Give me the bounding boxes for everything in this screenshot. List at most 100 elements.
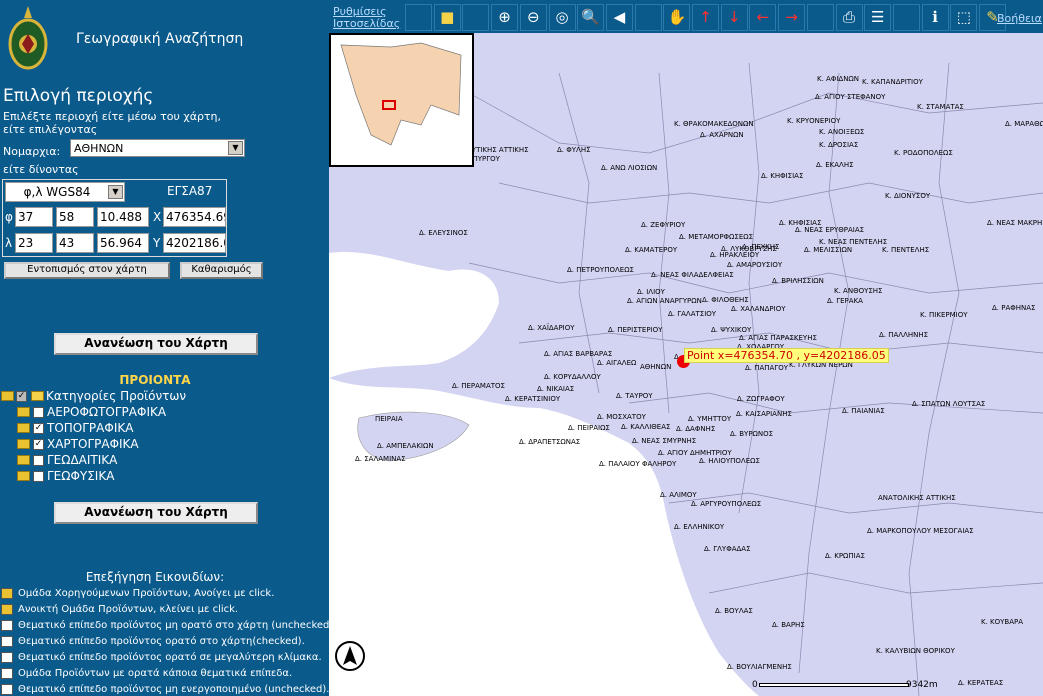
map-label: Δ. ΚΟΡΥΔΑΛΛΟΥ (544, 373, 601, 381)
legend-text: Θεματικό επίπεδο προϊόντος ορατό σε μεγα… (18, 652, 322, 663)
refresh-map-button-2[interactable]: Ανανέωση του Χάρτη (54, 502, 258, 524)
refresh-map-button[interactable]: Ανανέωση του Χάρτη (54, 333, 258, 355)
prefecture-select[interactable]: ΑΘΗΝΩΝ ▼ (70, 139, 245, 157)
pan-icon[interactable]: ✋ (663, 4, 691, 31)
map-label: ΑΝΑΤΟΛΙΚΗΣ ΑΤΤΙΚΗΣ (878, 494, 956, 502)
right-icon[interactable]: → (778, 4, 806, 31)
map-label: Κ. ΠΕΝΤΕΛΗΣ (882, 246, 930, 254)
map-label: Δ. ΠΑΛΛΗΝΗΣ (879, 331, 929, 339)
coord-system-select[interactable]: φ,λ WGS84 ▼ (5, 182, 125, 202)
open-folder-icon[interactable] (1, 391, 14, 401)
zoom-layer-icon[interactable]: 🔍 (577, 4, 605, 31)
down-icon[interactable]: ↓ (720, 4, 748, 31)
map-label: Δ. ΑΡΓΥΡΟΥΠΟΛΕΩΣ (691, 500, 762, 508)
zoom-in-icon[interactable]: ⊕ (491, 4, 519, 31)
product-item-label: ΓΕΩΦΥΣΙΚΑ (47, 469, 115, 483)
coordinates-table: φ,λ WGS84 ▼ ΕΓΣΑ87 φ 37 58 10.488 X 4763… (2, 179, 227, 257)
layer-checkbox[interactable] (33, 471, 44, 482)
map-label: Δ. ΣΠΑΤΩΝ ΛΟΥΤΣΑΣ (912, 400, 986, 408)
map-label: Δ. ΚΑΜΑΤΕΡΟΥ (625, 246, 678, 254)
map-label: Δ. ΤΑΥΡΟΥ (616, 392, 653, 400)
map-label: Δ. ΡΑΦΗΝΑΣ (992, 304, 1036, 312)
map-label: Κ. ΚΑΠΑΝΔΡΙΤΙΟΥ (862, 78, 923, 86)
map-label: Δ. ΑΓΙΟΥ ΣΤΕΦΑΝΟΥ (815, 93, 886, 101)
left-panel: Γεωγραφική Αναζήτηση Επιλογή περιοχής Επ… (0, 0, 329, 696)
layers-icon[interactable]: ■ (433, 4, 461, 31)
zoom-extent-icon[interactable]: ◎ (548, 4, 576, 31)
lambda-minutes-input[interactable]: 43 (56, 233, 94, 253)
lambda-seconds-input[interactable]: 56.964 (97, 233, 149, 253)
lambda-label: λ (5, 236, 13, 250)
folder-icon[interactable] (17, 471, 30, 481)
map-label: Δ. ΚΗΦΙΣΙΑΣ (761, 172, 804, 180)
products-root-label: Κατηγορίες Προϊόντων (46, 389, 187, 403)
map-label: Κ. ΚΟΥΒΑΡΑ (981, 618, 1024, 626)
product-item-label: ΑΕΡΟΦΩΤΟΓΡΑΦΙΚΑ (47, 405, 167, 419)
table-icon[interactable]: ☰ (864, 4, 892, 31)
toolbar-spacer (892, 4, 920, 31)
folder-icon[interactable] (17, 455, 30, 465)
lambda-degrees-input[interactable]: 23 (15, 233, 53, 253)
phi-seconds-input[interactable]: 10.488 (97, 207, 149, 227)
y-input[interactable]: 4202186.0 (163, 233, 226, 253)
map-label: Δ. ΔΑΦΝΗΣ (676, 425, 716, 433)
layer-checkbox[interactable] (33, 407, 44, 418)
y-label: Y (153, 236, 161, 250)
toolbar-spacer (634, 4, 662, 31)
back-icon[interactable]: ◀ (605, 4, 633, 31)
map-label: Δ. ΠΕΤΡΟΥΠΟΛΕΩΣ (567, 266, 634, 274)
map-label: Κ. ΑΦΙΔΝΩΝ (817, 75, 860, 83)
map-label: Κ. ΠΙΚΕΡΜΙΟΥ (920, 311, 968, 319)
map-label: Δ. ΨΥΧΙΚΟΥ (711, 326, 752, 334)
partial-checkbox[interactable]: ✓ (16, 391, 27, 402)
help-link[interactable]: Βοήθεια (997, 12, 1042, 25)
map-label: Δ. ΑΓΙΑΣ ΠΑΡΑΣΚΕΥΗΣ (739, 334, 817, 342)
map-label: Δ. ΑΧΑΡΝΩΝ (700, 131, 744, 139)
coat-of-arms-icon (8, 6, 48, 70)
layer-checkbox[interactable]: ✓ (33, 423, 44, 434)
scale-zero: 0 (752, 680, 758, 690)
settings-link[interactable]: Ρυθμίσεις Ιστοσελίδας (333, 6, 403, 30)
chevron-down-icon[interactable]: ▼ (228, 141, 243, 155)
map-label: Δ. ΑΜΠΕΛΑΚΙΩΝ (377, 442, 434, 450)
product-item-label: ΧΑΡΤΟΓΡΑΦΙΚΑ (47, 437, 139, 451)
info-icon[interactable]: ℹ (921, 4, 949, 31)
overview-map[interactable] (329, 33, 474, 167)
legend-text: Ομάδα Χορηγούμενων Προϊόντων, Ανοίγει με… (18, 588, 275, 599)
phi-minutes-input[interactable]: 58 (56, 207, 94, 227)
folder-icon[interactable] (17, 439, 30, 449)
select-icon[interactable]: ⬚ (950, 4, 978, 31)
print-icon[interactable]: ⎙ (835, 4, 863, 31)
map-label: Δ. ΝΕΑΣ ΦΙΛΑΔΕΛΦΕΙΑΣ (651, 271, 734, 279)
overview-geometry (331, 35, 472, 165)
map-label: Δ. ΜΕΤΑΜΟΡΦΩΣΕΩΣ (679, 233, 754, 241)
north-arrow-shape (343, 646, 357, 665)
zoom-out-icon[interactable]: ⊖ (519, 4, 547, 31)
map-label: Δ. ΚΑΙΣΑΡΙΑΝΗΣ (736, 410, 792, 418)
map-label: Κ. ΡΟΔΟΠΟΛΕΩΣ (894, 149, 953, 157)
clear-button[interactable]: Καθαρισμός (180, 262, 263, 279)
map-label: Δ. ΓΕΡΑΚΑ (827, 297, 863, 305)
chevron-down-icon[interactable]: ▼ (108, 185, 123, 199)
x-input[interactable]: 476354.69 (163, 207, 226, 227)
map-label: Δ. ΑΛΙΜΟΥ (660, 491, 697, 499)
phi-degrees-input[interactable]: 37 (15, 207, 53, 227)
locate-on-map-button[interactable]: Εντοπισμός στον χάρτη (4, 262, 170, 279)
map-label: Κ. ΝΕΑΣ ΠΕΝΤΕΛΗΣ (819, 238, 888, 246)
folder-icon[interactable] (17, 423, 30, 433)
map-label: Δ. ΒΟΥΛΑΣ (715, 607, 753, 615)
toolbar: Ρυθμίσεις Ιστοσελίδας ■ ⊕ ⊖ ◎ 🔍 ◀ ✋ ↑ ↓ ← → ⎙ ☰ ℹ ⬚ ✎ Β… (329, 0, 1043, 33)
map-label: Δ. ΒΡΙΛΗΣΣΙΩΝ (772, 277, 824, 285)
up-icon[interactable]: ↑ (692, 4, 719, 31)
layer-checkbox[interactable] (33, 455, 44, 466)
map-label: Δ. ΛΥΚΟΒΡΥΣΗΣ (721, 245, 777, 253)
toolbar-spacer (462, 4, 490, 31)
folder-icon[interactable] (17, 407, 30, 417)
left-icon[interactable]: ← (749, 4, 777, 31)
legend-text: Θεματικό επίπεδο προϊόντος μη ενεργοποιη… (18, 684, 329, 695)
scale-bar (759, 683, 909, 687)
map-canvas[interactable]: Κ. ΑΦΙΔΝΩΝ Κ. ΚΑΠΑΝΔΡΙΤΙΟΥ Δ. ΑΓΙΟΥ ΣΤΕΦΑΝ… (329, 33, 1043, 696)
map-label: Δ. ΑΜΑΡΟΥΣΙΟΥ (727, 261, 783, 269)
map-label: Δ. ΑΓΙΟΥ ΔΗΜΗΤΡΙΟΥ (658, 449, 732, 457)
layer-checkbox[interactable]: ✓ (33, 439, 44, 450)
